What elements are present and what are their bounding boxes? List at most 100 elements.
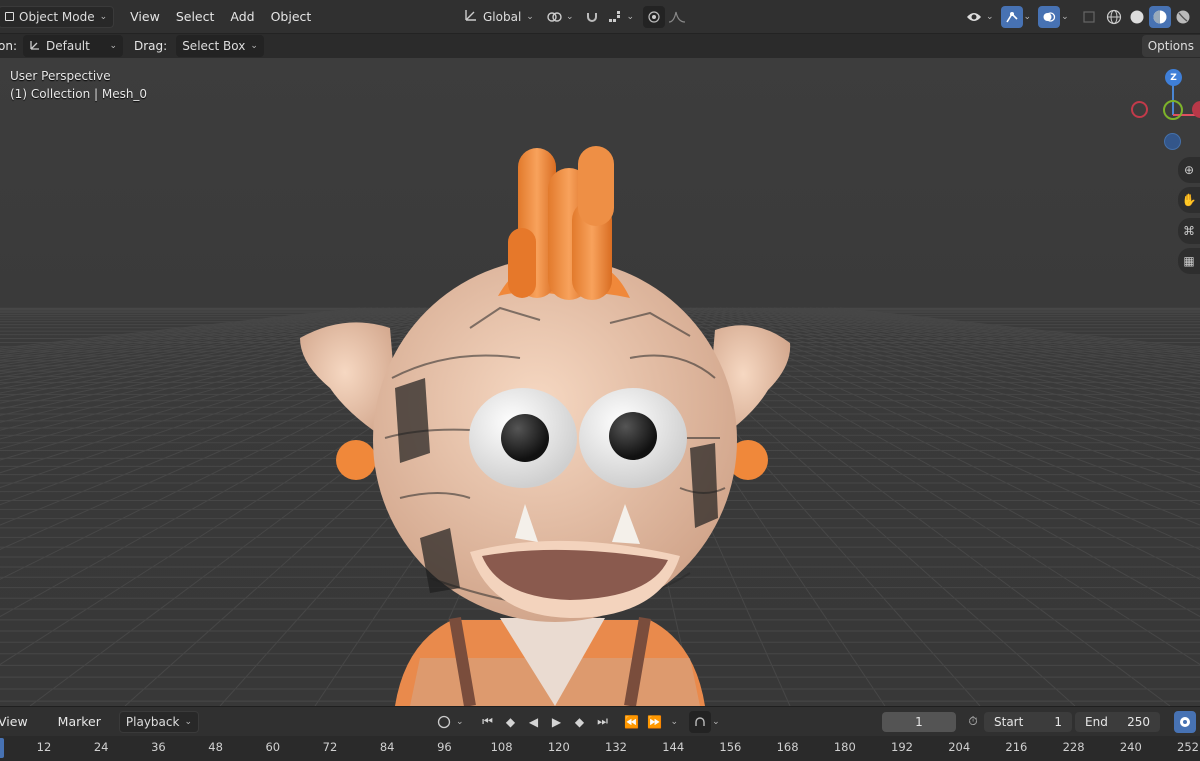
jump-to-keyframe-next-icon[interactable]: ◆ [569,711,591,733]
jump-to-keyframe-prev-icon[interactable]: ◆ [500,711,522,733]
chevron-down-icon[interactable]: ⌄ [671,717,679,727]
mode-selector[interactable]: Object Mode ⌄ [0,5,115,28]
stopwatch-icon[interactable]: ⏱ [962,711,984,733]
orientation-setting-dropdown[interactable]: Default ⌄ [23,35,123,57]
drag-setting-dropdown[interactable]: Select Box ⌄ [176,35,264,57]
ruler-tick-label: 12 [36,740,52,754]
gizmo-neg-z-axis[interactable] [1164,133,1181,150]
timeline-menu-marker[interactable]: Marker [50,711,109,733]
pivot-point-icon[interactable] [543,6,565,28]
mode-label: Object Mode [19,9,95,24]
snap-target-icon[interactable] [604,6,626,28]
chevron-down-icon[interactable]: ⌄ [566,12,574,22]
options-button[interactable]: Options [1141,35,1200,57]
drag-setting-value: Select Box [182,39,246,53]
xray-toggle-icon[interactable] [1078,6,1100,28]
ruler-tick-label: 252 [1177,740,1199,754]
chevron-down-icon: ⌄ [250,41,258,51]
menu-view[interactable]: View [122,6,168,28]
ruler-tick-label: 204 [948,740,971,754]
orientation-axes-icon [29,39,41,54]
viewport-header: Object Mode ⌄ View Select Add Object Glo… [0,0,1200,34]
chevron-down-icon[interactable]: ⌄ [456,717,464,727]
ruler-tick-label: 24 [93,740,109,754]
solid-shading-icon[interactable] [1126,6,1148,28]
current-frame-field[interactable]: 1 [882,711,956,732]
start-frame-value: 1 [1054,714,1062,729]
chevron-down-icon[interactable]: ⌄ [627,12,635,22]
sync-mode-icon[interactable] [1174,710,1196,733]
end-frame-field[interactable]: End 250 [1075,711,1160,732]
rendered-shading-icon[interactable] [1172,6,1194,28]
overlays-toggle-icon[interactable] [1038,5,1061,28]
gizmo-toggle-icon[interactable] [1000,5,1023,28]
right-pupil [609,412,657,460]
ruler-tick-label: 132 [605,740,627,754]
gizmo-z-axis[interactable]: Z [1165,69,1182,86]
chevron-down-icon[interactable]: ⌄ [712,717,720,727]
step-forward-icon[interactable]: ⏩ [644,711,666,733]
chevron-down-icon: ⌄ [99,11,108,22]
3d-viewport[interactable]: User Perspective (1) Collection | Mesh_0… [0,58,1200,706]
menu-select[interactable]: Select [168,6,223,28]
auto-keying-icon[interactable] [433,711,455,733]
play-reverse-icon[interactable]: ◀ [523,711,545,733]
orientation-label: Global [483,9,522,24]
timeline-menu-playback[interactable]: Playback ⌄ [118,710,199,733]
chevron-down-icon[interactable]: ⌄ [1061,12,1069,22]
proportional-edit-icon[interactable] [643,5,666,28]
gizmo-neg-x-axis[interactable] [1131,101,1148,118]
ruler-ticks: 12 24 36 48 60 72 84 96 108 120 132 144 156 168 180 192… [0,736,1200,761]
keying-set-icon[interactable] [689,710,712,733]
ruler-tick-label: 180 [833,740,856,754]
orientation-setting-value: Default [46,39,90,53]
tool-settings-bar: on: Default ⌄ Drag: Select Box ⌄ Options [0,34,1200,58]
options-label: Options [1147,39,1194,53]
camera-view-icon[interactable]: ⌘ [1178,218,1200,244]
jump-to-start-icon[interactable]: ⏮ [477,711,499,733]
menu-object[interactable]: Object [263,6,320,28]
chevron-down-icon: ⌄ [109,41,117,51]
ruler-tick-label: 84 [379,740,395,754]
ruler-tick-label: 48 [208,740,223,754]
ruler-tick-label: 60 [265,740,281,754]
ruler-tick-label: 96 [437,740,452,754]
chevron-down-icon: ⌄ [526,11,534,22]
visibility-eye-icon[interactable] [963,6,985,28]
start-frame-field[interactable]: Start 1 [984,711,1072,732]
menu-add[interactable]: Add [222,6,262,28]
ruler-tick-label: 108 [490,740,513,754]
ruler-tick-label: 120 [547,740,570,754]
end-frame-value: 250 [1127,714,1150,729]
viewport-info-overlay: User Perspective (1) Collection | Mesh_0 [10,67,147,103]
gizmo-y-axis[interactable] [1163,100,1183,120]
collection-label: (1) Collection | Mesh_0 [10,87,148,101]
start-frame-label: Start [994,714,1024,729]
falloff-curve-icon[interactable] [666,6,688,28]
end-frame-label: End [1085,714,1108,729]
perspective-label: User Perspective [10,69,111,83]
snap-magnet-icon[interactable] [581,6,603,28]
wireframe-shading-icon[interactable] [1103,6,1125,28]
current-frame-value: 1 [915,714,923,729]
orientation-setting-label: on: [0,39,17,53]
transform-orientation-dropdown[interactable]: Global ⌄ [458,6,540,28]
ruler-tick-label: 144 [662,740,685,754]
pan-hand-icon[interactable]: ✋ [1178,187,1200,213]
chevron-down-icon[interactable]: ⌄ [986,12,994,22]
jump-to-end-icon[interactable]: ⏭ [592,711,614,733]
material-preview-shading-icon[interactable] [1148,5,1171,28]
orthographic-toggle-icon[interactable]: ▦ [1178,248,1200,274]
zoom-icon[interactable]: ⊕ [1178,157,1200,183]
playback-label: Playback [125,714,180,729]
timeline-ruler[interactable]: 12 24 36 48 60 72 84 96 108 120 132 144 156 168 180 192… [0,736,1200,761]
object-mode-icon [5,12,14,21]
ruler-tick-label: 156 [719,740,742,754]
viewport-display-group: ⌄ ⌄ ⌄ [963,5,1194,28]
chevron-down-icon[interactable]: ⌄ [1024,12,1032,22]
timeline-header: View Marker Playback ⌄ ⌄ ⏮ ◆ ◀ ▶ ◆ ⏭ ⏪ ⏩… [0,706,1200,736]
ruler-tick-label: 72 [322,740,338,754]
play-icon[interactable]: ▶ [546,711,568,733]
step-back-icon[interactable]: ⏪ [621,711,643,733]
timeline-menu-view[interactable]: View [0,711,36,733]
